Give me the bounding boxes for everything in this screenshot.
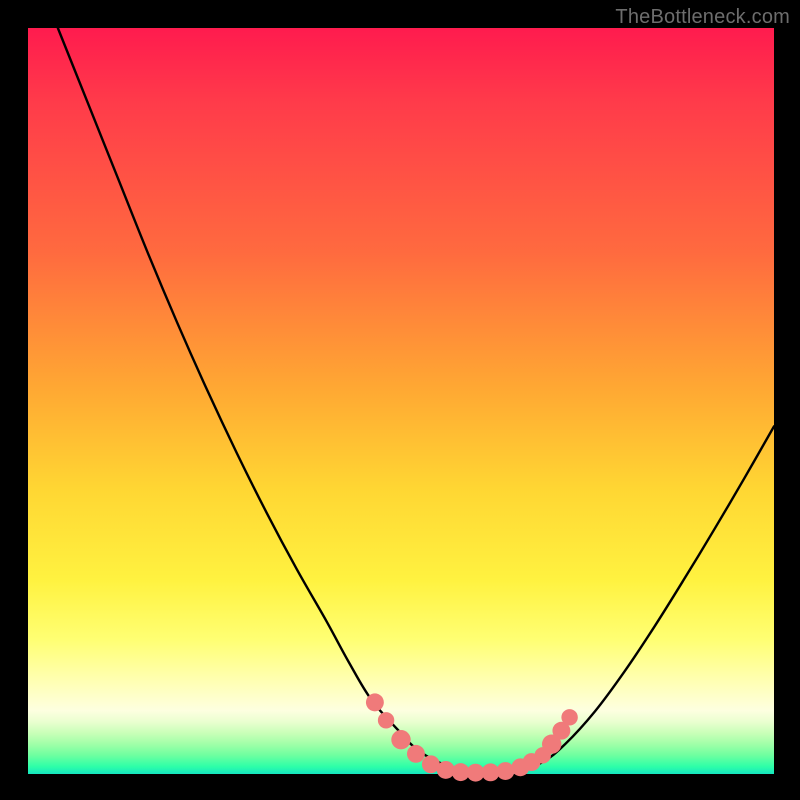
chart-frame: TheBottleneck.com [0, 0, 800, 800]
watermark-text: TheBottleneck.com [615, 6, 790, 29]
trough-marker [391, 730, 410, 749]
bottleneck-curve-svg [28, 28, 774, 774]
trough-marker [378, 712, 394, 728]
trough-markers [366, 693, 578, 781]
trough-marker [496, 762, 514, 780]
trough-marker [366, 693, 384, 711]
plot-area [28, 28, 774, 774]
bottleneck-curve-path [58, 28, 774, 773]
trough-marker [561, 709, 577, 725]
trough-marker [407, 745, 425, 763]
